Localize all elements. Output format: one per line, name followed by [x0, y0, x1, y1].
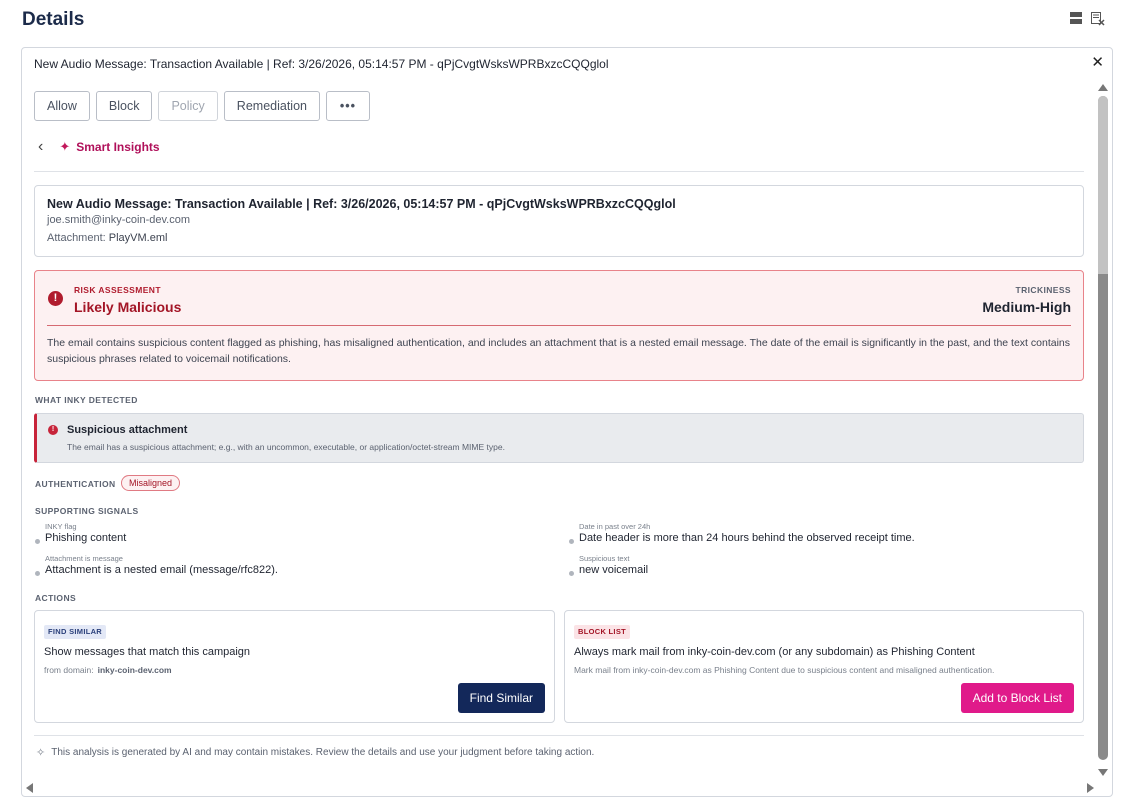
ai-disclaimer-text: This analysis is generated by AI and may… [51, 747, 595, 758]
signal-item: Suspicious text new voicemail [569, 554, 649, 576]
close-icon[interactable]: ✕ [1091, 55, 1104, 70]
details-panel: New Audio Message: Transaction Available… [21, 47, 1113, 797]
remediation-button[interactable]: Remediation [223, 91, 320, 121]
block-list-title: Always mark mail from inky-coin-dev.com … [574, 646, 975, 658]
signal-value: Phishing content [45, 532, 127, 544]
smart-insights-header: ‹ ✦ Smart Insights [38, 138, 160, 156]
close-panel-icon[interactable] [1091, 12, 1105, 26]
layout-toggle-icon[interactable] [1070, 12, 1082, 26]
sparkle-icon: ✦ [59, 139, 71, 154]
find-similar-card: FIND SIMILAR Show messages that match th… [34, 610, 555, 723]
policy-button[interactable]: Policy [158, 91, 218, 121]
bullet-dot [35, 539, 40, 544]
bullet-dot [569, 571, 574, 576]
bullet-dot [569, 539, 574, 544]
page-title: Details [22, 9, 85, 30]
chevron-left-icon[interactable]: ‹ [38, 138, 43, 156]
scroll-left-arrow-icon[interactable] [26, 783, 33, 793]
more-options-button[interactable]: ••• [325, 91, 370, 121]
detection-title: Suspicious attachment [67, 424, 188, 436]
block-button[interactable]: Block [95, 91, 153, 121]
scrollbar-thumb-highlight [1098, 96, 1108, 274]
domain-value: inky-coin-dev.com [97, 665, 172, 675]
block-list-tag: BLOCK LIST [574, 625, 630, 639]
actions-label: ACTIONS [35, 593, 77, 603]
find-similar-domain: from domain: inky-coin-dev.com [44, 665, 172, 675]
message-summary-card: New Audio Message: Transaction Available… [34, 185, 1084, 257]
signal-item: Attachment is message Attachment is a ne… [35, 554, 278, 576]
attachment-label: Attachment: [47, 232, 106, 244]
ai-disclaimer: ✧ This analysis is generated by AI and m… [36, 746, 594, 759]
supporting-signals-label: SUPPORTING SIGNALS [35, 506, 139, 516]
detection-description: The email has a suspicious attachment; e… [67, 442, 505, 452]
trickiness-label: TRICKINESS [1015, 285, 1071, 295]
top-toolbar [1070, 12, 1105, 26]
add-to-block-list-button[interactable]: Add to Block List [960, 683, 1074, 713]
attachment-filename: PlayVM.eml [108, 232, 168, 244]
signal-label: Suspicious text [579, 554, 630, 563]
horizontal-scrollbar[interactable] [22, 780, 1098, 794]
detection-card: ! Suspicious attachment The email has a … [34, 413, 1084, 463]
bullet-dot [35, 571, 40, 576]
signal-item: Date in past over 24h Date header is mor… [569, 522, 915, 544]
find-similar-tag: FIND SIMILAR [44, 625, 107, 639]
signal-label: Date in past over 24h [579, 522, 651, 531]
message-attachment: Attachment: PlayVM.eml [47, 232, 1071, 244]
signal-value: new voicemail [579, 564, 649, 576]
allow-button[interactable]: Allow [34, 91, 90, 121]
authentication-status-badge: Misaligned [121, 475, 181, 491]
alert-icon: ! [48, 425, 58, 435]
scroll-right-arrow-icon[interactable] [1087, 783, 1094, 793]
what-inky-detected-label: WHAT INKY DETECTED [35, 395, 138, 405]
risk-assessment-card: ! RISK ASSESSMENT Likely Malicious TRICK… [34, 270, 1084, 381]
find-similar-title: Show messages that match this campaign [44, 646, 251, 658]
signal-value: Date header is more than 24 hours behind… [579, 532, 915, 544]
details-scroll-area[interactable]: Allow Block Policy Remediation ••• ‹ ✦ S… [22, 78, 1098, 780]
panel-title: New Audio Message: Transaction Available… [34, 57, 609, 71]
block-list-description: Mark mail from inky-coin-dev.com as Phis… [574, 665, 995, 675]
scroll-down-arrow-icon[interactable] [1098, 769, 1108, 776]
vertical-scrollbar[interactable] [1097, 82, 1109, 778]
risk-assessment-value: Likely Malicious [74, 299, 182, 315]
message-sender: joe.smith@inky-coin-dev.com [47, 214, 191, 226]
alert-icon: ! [48, 291, 63, 306]
divider [34, 735, 1084, 736]
smart-insights-label: Smart Insights [76, 140, 160, 154]
action-toolbar: Allow Block Policy Remediation ••• [34, 91, 370, 121]
signal-item: INKY flag Phishing content [35, 522, 127, 544]
signal-label: Attachment is message [45, 554, 123, 563]
authentication-label: AUTHENTICATION [35, 479, 116, 489]
sparkle-icon: ✧ [36, 747, 46, 759]
risk-assessment-label: RISK ASSESSMENT [74, 285, 161, 295]
divider [34, 171, 1084, 172]
domain-label: from domain: [44, 665, 94, 675]
trickiness-value: Medium-High [982, 299, 1071, 315]
risk-summary: The email contains suspicious content fl… [47, 337, 1071, 365]
risk-divider [47, 325, 1071, 326]
find-similar-button[interactable]: Find Similar [457, 683, 545, 713]
block-list-card: BLOCK LIST Always mark mail from inky-co… [564, 610, 1084, 723]
scroll-up-arrow-icon[interactable] [1098, 84, 1108, 91]
signal-label: INKY flag [45, 522, 77, 531]
message-subject: New Audio Message: Transaction Available… [47, 197, 676, 211]
signal-value: Attachment is a nested email (message/rf… [45, 564, 278, 576]
